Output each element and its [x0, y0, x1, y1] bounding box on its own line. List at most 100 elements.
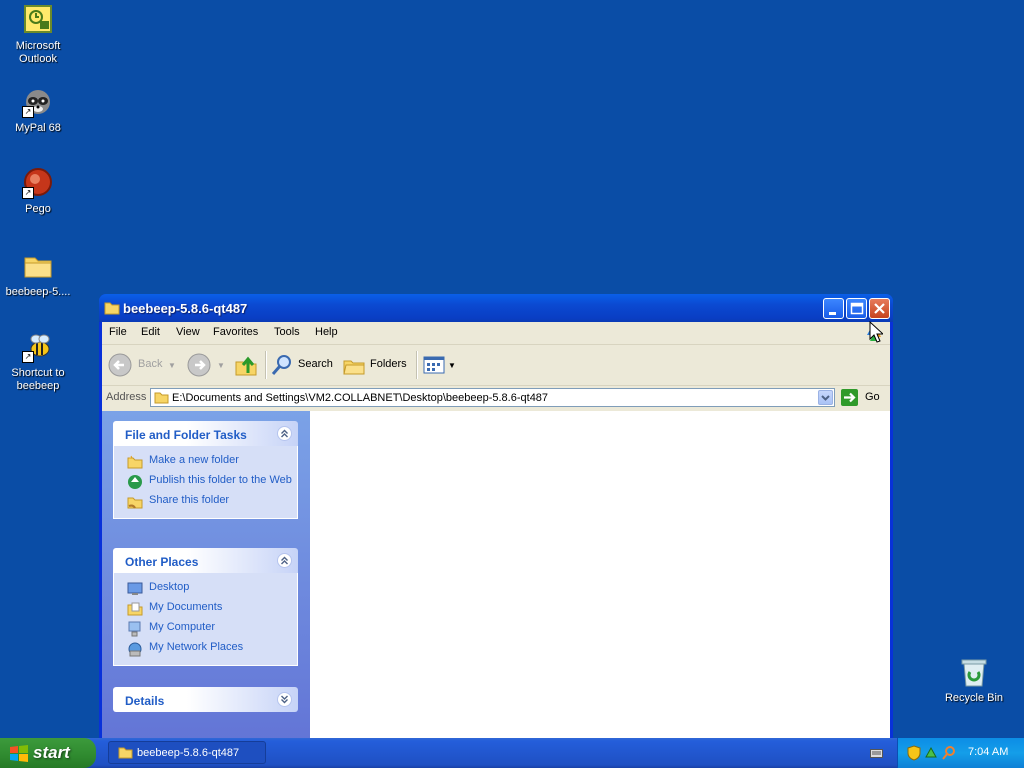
place-label: Desktop [149, 581, 190, 593]
address-input[interactable]: E:\Documents and Settings\VM2.COLLABNET\… [150, 388, 835, 407]
panel-header[interactable]: Details [113, 687, 298, 712]
views-button[interactable]: ▼ [422, 353, 458, 377]
collapse-button[interactable] [277, 426, 292, 441]
forward-arrow-icon [187, 353, 211, 377]
bee-icon: ↗ [22, 331, 54, 363]
address-label: Address [106, 391, 147, 403]
desktop-icon-outlook[interactable]: Microsoft Outlook [0, 4, 76, 66]
task-label: Make a new folder [149, 454, 239, 466]
shortcut-arrow-icon: ↗ [22, 106, 34, 118]
desktop-icon-label: Shortcut to beebeep [11, 367, 65, 392]
folder-icon [118, 746, 133, 759]
go-button[interactable]: Go [841, 388, 885, 407]
window-body: File Edit View Favorites Tools Help Back… [102, 322, 890, 740]
desktop-icon-label: MyPal 68 [15, 122, 61, 134]
toolbar-separator [416, 351, 418, 379]
menu-tools[interactable]: Tools [274, 326, 300, 338]
place-label: My Computer [149, 621, 216, 633]
keyboard-icon[interactable] [870, 747, 883, 759]
back-arrow-icon [108, 353, 132, 377]
task-make-new-folder[interactable]: Make a new folder [114, 454, 297, 470]
menu-favorites[interactable]: Favorites [213, 326, 258, 338]
desktop-icon-beebeep-shortcut[interactable]: ↗ Shortcut to beebeep [0, 331, 76, 393]
go-label: Go [865, 391, 880, 403]
minimize-button[interactable] [823, 298, 844, 319]
panel-title: Details [125, 694, 165, 708]
start-button[interactable]: start [0, 738, 96, 768]
file-list-area[interactable] [310, 411, 890, 740]
maximize-button[interactable] [846, 298, 867, 319]
collapse-button[interactable] [277, 553, 292, 568]
outlook-icon [22, 4, 54, 36]
search-label: Search [298, 358, 333, 370]
panel-title: Other Places [125, 555, 199, 569]
desktop-icon-mypal[interactable]: ↗ MyPal 68 [0, 86, 76, 135]
up-folder-icon [235, 356, 257, 376]
security-shield-icon[interactable] [907, 745, 921, 761]
menu-edit[interactable]: Edit [141, 326, 160, 338]
close-button[interactable] [869, 298, 890, 319]
desktop-icon-beebeep-folder[interactable]: beebeep-5.... [0, 250, 76, 299]
folders-button[interactable]: Folders [342, 353, 410, 377]
place-desktop[interactable]: Desktop [114, 581, 297, 597]
new-folder-icon [127, 454, 143, 470]
place-my-network-places[interactable]: My Network Places [114, 641, 297, 657]
search-button[interactable]: Search [270, 353, 334, 377]
my-computer-icon [127, 621, 143, 637]
start-label: start [33, 743, 70, 762]
search-tray-icon[interactable] [942, 745, 956, 761]
views-dropdown-icon[interactable]: ▼ [448, 361, 456, 370]
back-label: Back [138, 358, 163, 370]
file-folder-tasks-panel: File and Folder Tasks Make a new folder [113, 421, 298, 519]
mouse-cursor-icon [869, 321, 883, 343]
minimize-icon [829, 312, 836, 315]
menu-help[interactable]: Help [315, 326, 338, 338]
up-folder-button[interactable] [234, 353, 260, 377]
desktop-icon-recycle-bin[interactable]: Recycle Bin [936, 656, 1012, 705]
place-my-computer[interactable]: My Computer [114, 621, 297, 637]
forward-dropdown-icon[interactable]: ▼ [217, 361, 225, 370]
forward-button[interactable]: ▼ [187, 353, 225, 377]
expand-button[interactable] [277, 692, 292, 707]
title-bar[interactable]: beebeep-5.8.6-qt487 [99, 294, 893, 322]
desktop-icon-label: beebeep-5.... [5, 286, 71, 298]
panel-body: Make a new folder Publish this folder to… [113, 446, 298, 519]
windows-flag-icon [9, 744, 29, 762]
panel-header[interactable]: Other Places [113, 548, 298, 573]
address-dropdown-button[interactable] [818, 390, 833, 405]
system-tray: 7:04 AM [897, 738, 1024, 768]
address-bar: Address E:\Documents and Settings\VM2.CO… [102, 386, 890, 410]
pego-icon: ↗ [22, 167, 54, 199]
double-chevron-down-icon [281, 695, 288, 704]
menu-file[interactable]: File [109, 326, 127, 338]
desktop-icon [127, 581, 143, 597]
go-arrow-icon [841, 389, 858, 406]
desktop-icon-label: Recycle Bin [944, 692, 1004, 704]
panel-title: File and Folder Tasks [125, 428, 247, 442]
double-chevron-up-icon [281, 429, 288, 438]
my-documents-icon [127, 601, 143, 617]
task-label: Publish this folder to the Web [149, 474, 292, 486]
content-area: File and Folder Tasks Make a new folder [102, 411, 890, 740]
place-label: My Network Places [149, 641, 244, 653]
window-title: beebeep-5.8.6-qt487 [123, 301, 248, 316]
panel-header[interactable]: File and Folder Tasks [113, 421, 298, 446]
details-panel: Details [113, 687, 298, 712]
taskbar-item-label: beebeep-5.8.6-qt487 [137, 747, 240, 759]
place-my-documents[interactable]: My Documents [114, 601, 297, 617]
publish-web-icon [127, 474, 143, 490]
task-share-folder[interactable]: Share this folder [114, 494, 297, 510]
desktop-icon-pego[interactable]: ↗ Pego [0, 167, 76, 216]
back-button[interactable]: Back ▼ [108, 353, 176, 377]
folder-icon [154, 391, 169, 404]
back-dropdown-icon[interactable]: ▼ [168, 361, 176, 370]
clock: 7:04 AM [968, 746, 1009, 758]
task-pane: File and Folder Tasks Make a new folder [102, 411, 310, 740]
taskbar: start beebeep-5.8.6-qt487 7:04 AM [0, 738, 1024, 768]
toolbar: Back ▼ ▼ Search Folders ▼ [102, 345, 890, 386]
network-status-icon[interactable] [924, 745, 938, 761]
task-publish-folder[interactable]: Publish this folder to the Web [114, 474, 297, 490]
search-icon [271, 355, 291, 375]
menu-view[interactable]: View [176, 326, 200, 338]
taskbar-item-explorer[interactable]: beebeep-5.8.6-qt487 [108, 741, 266, 764]
